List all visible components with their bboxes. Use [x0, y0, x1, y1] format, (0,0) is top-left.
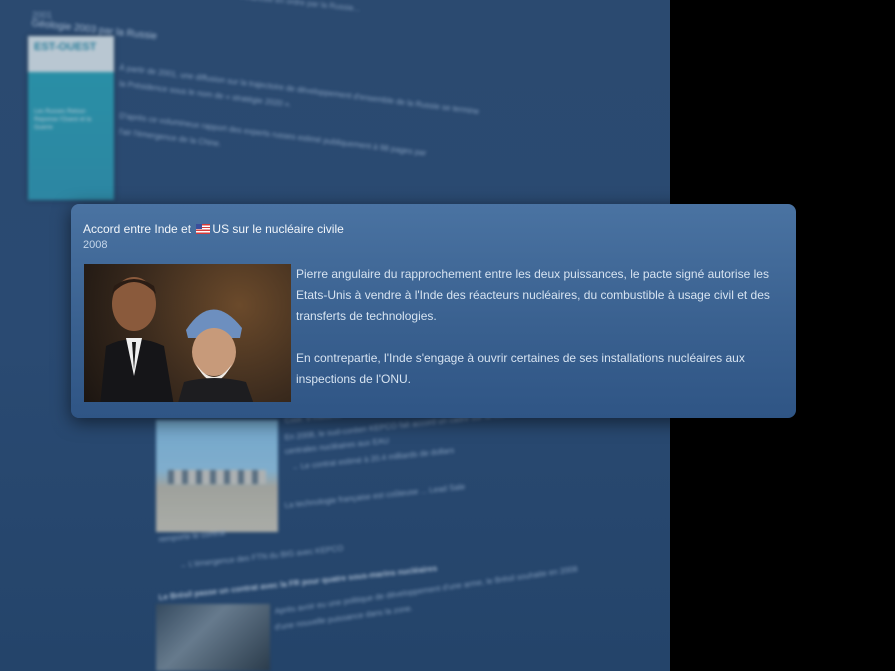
event-photo[interactable] [84, 264, 291, 402]
event-detail-card[interactable]: Accord entre Inde et US sur le nucléaire… [71, 204, 796, 418]
person-turban-figure [178, 309, 254, 402]
nuclear-plant-image[interactable] [156, 420, 278, 532]
event-title-start: Accord entre Inde et [83, 222, 192, 236]
backdrop-top-text: Financée en ordre par la Russie... [239, 0, 361, 14]
event-title-end: US sur le nucléaire civile [212, 222, 344, 236]
book-subtitle: Les Russes Retour-Reponse l'Ouest et la … [34, 109, 92, 131]
book-title: EST-OUEST [34, 41, 97, 53]
submarine-image[interactable] [156, 604, 270, 671]
us-flag-icon [196, 224, 211, 234]
event-year: 2008 [83, 239, 108, 251]
book-cover-image[interactable]: EST-OUEST Les Russes Retour-Reponse l'Ou… [28, 36, 114, 200]
event-paragraph-2: En contrepartie, l'Inde s'engage à ouvri… [296, 351, 745, 386]
event-description: Pierre angulaire du rapprochement entre … [296, 264, 786, 411]
event-title: Accord entre Inde et US sur le nucléaire… [83, 222, 344, 236]
event-paragraph-1: Pierre angulaire du rapprochement entre … [296, 267, 770, 323]
backdrop-line: La technologie française est coûteuse ..… [284, 482, 466, 510]
backdrop-line: → L'émergence des FTN du BIG avec KEPCO [178, 543, 344, 570]
